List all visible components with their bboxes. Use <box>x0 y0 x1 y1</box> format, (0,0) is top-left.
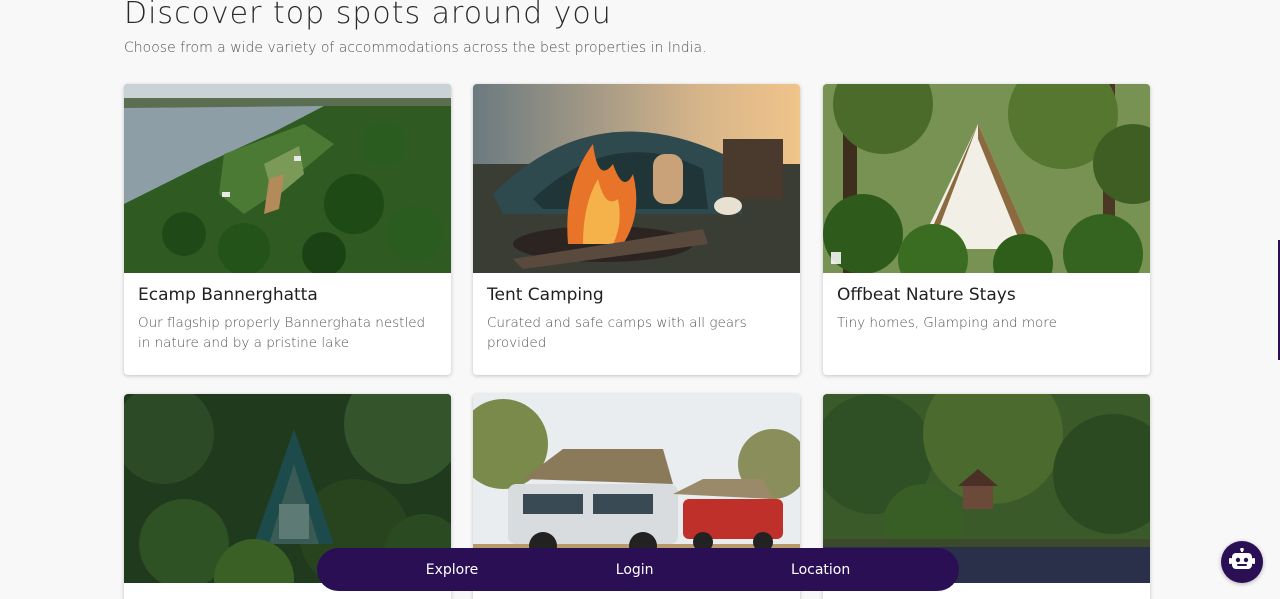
card-description: Tiny homes, Glamping and more <box>837 315 1057 331</box>
card-title: Tent Camping <box>487 285 604 305</box>
card-offbeat-nature-stays[interactable]: Offbeat Nature Stays Tiny homes, Glampin… <box>823 84 1150 375</box>
card-ecamp-bannerghatta[interactable]: Ecamp Bannerghatta Our flagship properly… <box>124 84 451 375</box>
nav-login[interactable]: Login <box>604 558 666 582</box>
card-description: Our flagship properly Bannerghata nestle… <box>138 315 426 351</box>
card-title: Ecamp Bannerghatta <box>138 285 318 305</box>
card-image-campfire <box>473 84 800 273</box>
nav-explore[interactable]: Explore <box>414 558 491 582</box>
card-image-aerial-lake <box>124 84 451 273</box>
robot-icon <box>1229 547 1255 576</box>
bottom-nav: Explore Login Location <box>317 548 959 591</box>
card-image-glamping-tent <box>823 84 1150 273</box>
page: Discover top spots around you Choose fro… <box>0 0 1280 599</box>
card-tent-camping[interactable]: Tent Camping Curated and safe camps with… <box>473 84 800 375</box>
nav-location[interactable]: Location <box>779 558 862 582</box>
page-title: Discover top spots around you <box>124 0 612 31</box>
page-subtitle: Choose from a wide variety of accommodat… <box>124 40 707 56</box>
chatbot-button[interactable] <box>1221 541 1263 583</box>
card-title: Offbeat Nature Stays <box>837 285 1016 305</box>
card-description: Curated and safe camps with all gears pr… <box>487 315 747 351</box>
